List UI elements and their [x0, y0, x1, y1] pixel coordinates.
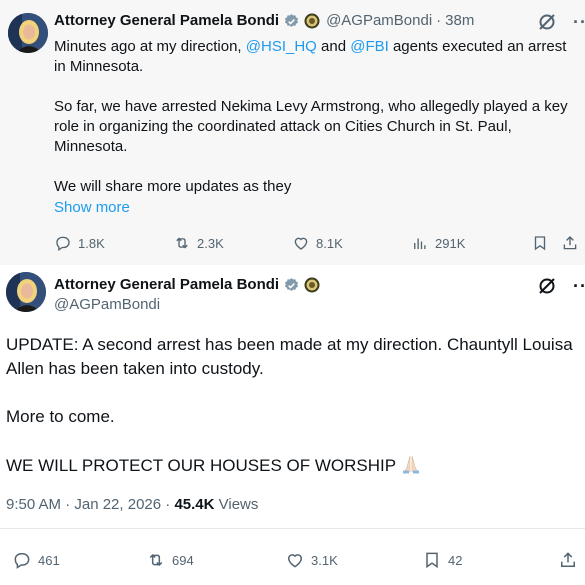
- text-segment: Minutes ago at my direction,: [54, 38, 246, 55]
- reply-button[interactable]: 1.8K: [54, 234, 105, 252]
- mention-hsi[interactable]: @HSI_HQ: [246, 38, 317, 55]
- post-timestamp[interactable]: 9:50 AM · Jan 22, 2026 ·: [6, 496, 174, 513]
- author-row: Attorney General Pamela Bondi: [54, 275, 320, 295]
- separator-dot: ·: [436, 12, 442, 29]
- reply-button[interactable]: 461: [12, 550, 60, 570]
- repost-icon: [149, 553, 163, 567]
- verified-badge-icon[interactable]: [283, 13, 300, 30]
- top-icons: ···: [537, 276, 585, 296]
- tweet-quoted-top[interactable]: Attorney General Pamela Bondi @AGPamBond…: [0, 0, 585, 265]
- government-seal-icon: [304, 277, 320, 293]
- grok-icon[interactable]: [537, 276, 557, 296]
- action-bar: 461 694 3.1K 42: [0, 549, 585, 571]
- tweet-text: Minutes ago at my direction, @HSI_HQ and…: [54, 37, 582, 197]
- like-icon: [287, 554, 303, 568]
- paragraph-3: WE WILL PROTECT OUR HOUSES OF WORSHIP: [6, 453, 576, 478]
- repost-button[interactable]: 2.3K: [173, 234, 224, 252]
- bookmark-button[interactable]: [531, 234, 549, 252]
- views-count: 291K: [435, 235, 466, 251]
- tweet-text: UPDATE: A second arrest has been made at…: [6, 333, 576, 478]
- share-button[interactable]: [558, 550, 578, 570]
- text-segment: and: [316, 38, 351, 55]
- repost-count: 694: [172, 552, 194, 568]
- author-handle[interactable]: @AGPamBondi: [326, 11, 432, 31]
- like-count: 8.1K: [316, 235, 343, 251]
- post-time[interactable]: 38m: [445, 11, 474, 31]
- views-label: Views: [214, 496, 259, 513]
- bookmark-count: 42: [448, 552, 463, 568]
- views-button[interactable]: 291K: [411, 234, 465, 252]
- views-total: 45.4K: [174, 496, 215, 513]
- author-name[interactable]: Attorney General Pamela Bondi: [54, 11, 279, 31]
- reply-count: 461: [38, 552, 60, 568]
- author-row: Attorney General Pamela Bondi @AGPamBond…: [54, 11, 474, 31]
- repost-button[interactable]: 694: [146, 550, 194, 570]
- reply-icon: [56, 236, 70, 252]
- verified-badge-icon[interactable]: [283, 277, 300, 294]
- top-icons: ···: [537, 12, 585, 32]
- grok-icon[interactable]: [537, 12, 557, 32]
- like-button[interactable]: 8.1K: [292, 234, 343, 252]
- mention-fbi[interactable]: @FBI: [350, 38, 389, 55]
- bookmark-button[interactable]: 42: [422, 550, 462, 570]
- avatar[interactable]: [6, 272, 46, 312]
- like-button[interactable]: 3.1K: [285, 550, 338, 570]
- avatar[interactable]: [8, 13, 48, 53]
- author-name[interactable]: Attorney General Pamela Bondi: [54, 275, 279, 295]
- bookmark-icon: [534, 236, 546, 251]
- government-seal-icon: [304, 13, 320, 29]
- action-bar: 1.8K 2.3K 8.1K 291K: [0, 233, 585, 253]
- share-icon: [563, 236, 577, 250]
- reply-icon: [14, 553, 30, 569]
- paragraph-3: We will share more updates as they: [54, 178, 292, 195]
- show-more-link[interactable]: Show more: [54, 199, 130, 216]
- like-icon: [294, 237, 308, 250]
- folded-hands-icon: [400, 453, 422, 475]
- bookmark-icon: [426, 552, 438, 569]
- paragraph-2: So far, we have arrested Nekima Levy Arm…: [54, 98, 568, 155]
- paragraph-1: Minutes ago at my direction, @HSI_HQ and…: [54, 37, 582, 77]
- more-icon[interactable]: ···: [573, 13, 585, 31]
- post-meta: 9:50 AM · Jan 22, 2026 · 45.4K Views: [6, 496, 258, 513]
- repost-count: 2.3K: [197, 235, 224, 251]
- share-icon: [561, 552, 575, 567]
- views-icon: [414, 238, 426, 249]
- author-handle[interactable]: @AGPamBondi: [54, 296, 160, 313]
- divider: [0, 528, 585, 529]
- paragraph-1: UPDATE: A second arrest has been made at…: [6, 335, 573, 378]
- paragraph-2: More to come.: [6, 407, 115, 426]
- reply-count: 1.8K: [78, 235, 105, 251]
- paragraph-3-text: WE WILL PROTECT OUR HOUSES OF WORSHIP: [6, 456, 397, 475]
- more-icon[interactable]: ···: [573, 277, 585, 295]
- like-count: 3.1K: [311, 552, 338, 568]
- repost-icon: [176, 237, 188, 249]
- share-button[interactable]: [561, 234, 579, 252]
